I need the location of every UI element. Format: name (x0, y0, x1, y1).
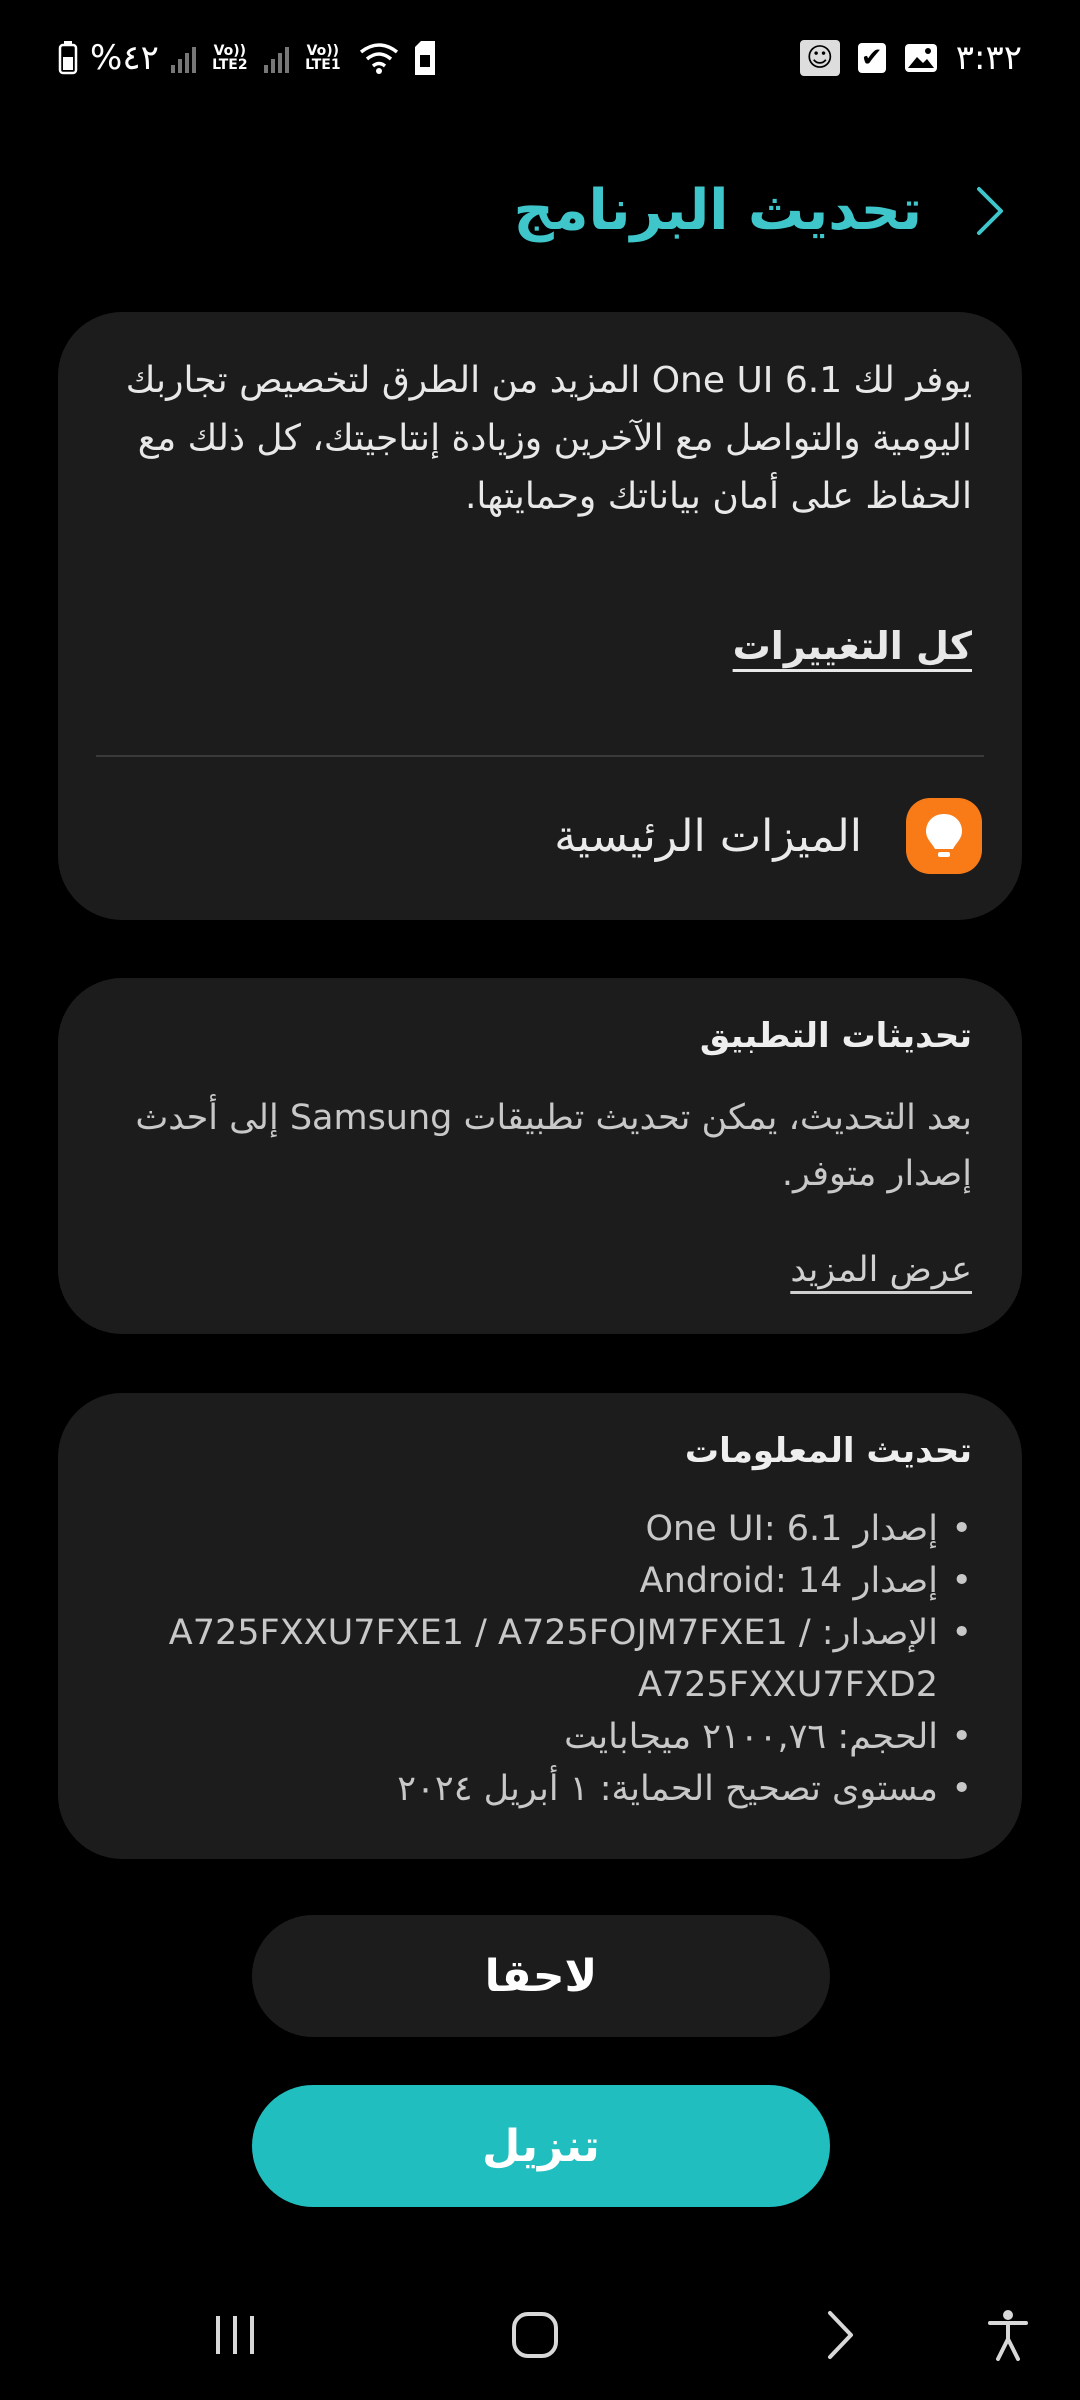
list-item: إصدار Android: 14 (108, 1555, 972, 1607)
page-header: تحديث البرنامج (513, 178, 1010, 243)
chevron-right-icon[interactable] (970, 186, 1010, 235)
app-updates-body: بعد التحديث، يمكن تحديث تطبيقات Samsung … (135, 1098, 972, 1194)
sim1-label: Vo)) LTE1 (305, 43, 341, 73)
app-updates-card: تحديثات التطبيق بعد التحديث، يمكن تحديث … (58, 978, 1022, 1334)
recents-icon[interactable] (195, 2280, 275, 2390)
list-item: الإصدار: A725FXXU7FXE1 / A725FOJM7FXE1 /… (108, 1607, 972, 1711)
show-more-link[interactable]: عرض المزيد (790, 1250, 972, 1290)
download-button[interactable]: تنزيل (252, 2085, 830, 2207)
status-left: %٤٢ Vo)) LTE2 Vo)) LTE1 (58, 36, 437, 80)
sim2-label: Vo)) LTE2 (212, 43, 248, 73)
battery-percent: %٤٢ (90, 38, 159, 78)
clock: ٣:٣٢ (955, 38, 1022, 78)
key-features-label: الميزات الرئيسية (554, 810, 862, 862)
wifi-icon (359, 43, 398, 74)
checkbox-notification-icon: ✔ (857, 43, 886, 73)
key-features-item[interactable]: الميزات الرئيسية (554, 798, 982, 874)
gallery-icon (904, 44, 937, 72)
page-title: تحديث البرنامج (513, 178, 922, 243)
list-item: مستوى تصحيح الحماية: ١ أبريل ٢٠٢٤ (108, 1763, 972, 1815)
avatar-notification-icon: ☺ (799, 40, 840, 76)
update-info-card: تحديث المعلومات إصدار One UI: 6.1 إصدار … (58, 1393, 1022, 1859)
signal-icon (263, 43, 289, 73)
update-info-list: إصدار One UI: 6.1 إصدار Android: 14 الإص… (108, 1503, 972, 1815)
update-description: يوفر لك One UI 6.1 المزيد من الطرق لتخصي… (125, 360, 972, 517)
list-item: إصدار One UI: 6.1 (108, 1503, 973, 1555)
status-right: ☺ ✔ ٣:٣٢ (799, 36, 1022, 80)
home-icon[interactable] (495, 2280, 575, 2390)
lightbulb-icon (906, 798, 982, 874)
update-summary-card: يوفر لك One UI 6.1 المزيد من الطرق لتخصي… (58, 312, 1022, 920)
later-button[interactable]: لاحقا (252, 1915, 830, 2037)
update-info-title: تحديث المعلومات (684, 1431, 972, 1471)
signal-icon (170, 43, 196, 73)
navigation-bar (0, 2280, 1080, 2390)
accessibility-icon[interactable] (968, 2280, 1048, 2390)
all-changes-link[interactable]: كل التغييرات (733, 624, 972, 668)
status-bar: %٤٢ Vo)) LTE2 Vo)) LTE1 ☺ ✔ ٣:٣٢ (0, 0, 1080, 115)
list-item: الحجم: ٢١٠٠,٧٦ ميجابايت (108, 1711, 972, 1763)
battery-icon (58, 41, 78, 75)
sim-card-icon (414, 41, 435, 75)
divider (96, 755, 984, 757)
back-icon[interactable] (800, 2280, 880, 2390)
app-updates-title: تحديثات التطبيق (699, 1016, 972, 1056)
